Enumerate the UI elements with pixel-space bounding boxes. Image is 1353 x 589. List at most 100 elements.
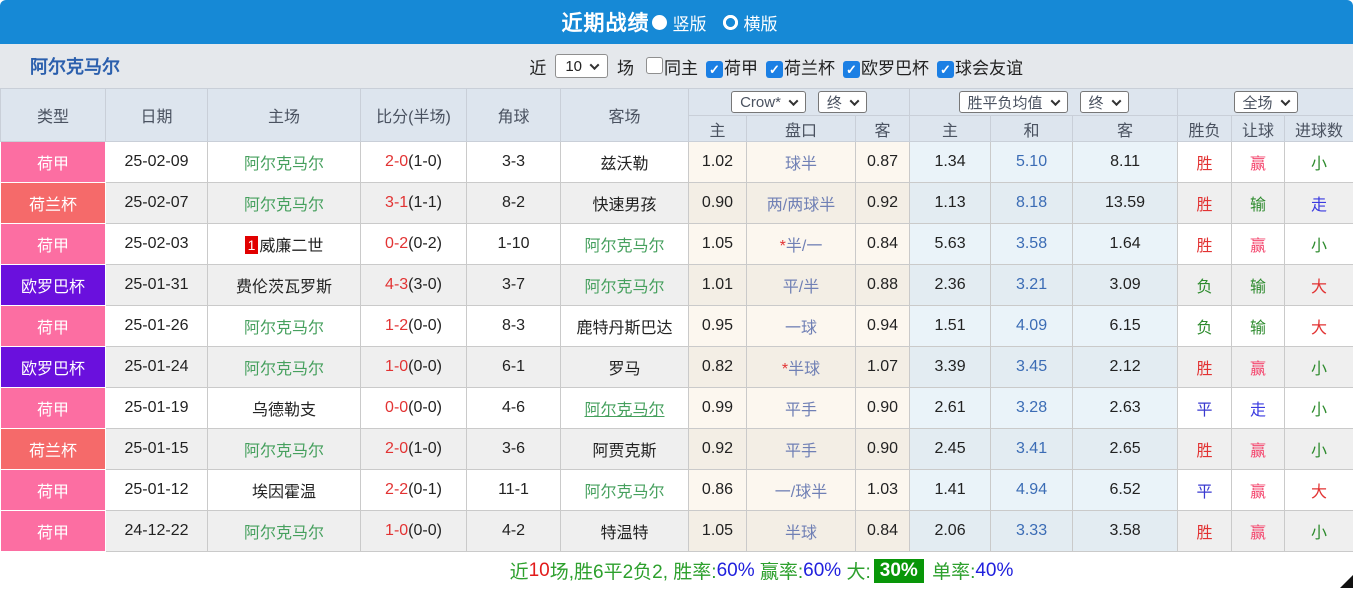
crow-home-odds-cell: 1.02 [689, 142, 747, 183]
home-team-cell: 阿尔克马尔 [208, 429, 361, 470]
home-team-link[interactable]: 乌德勒支 [252, 402, 316, 419]
league-2-checkbox[interactable]: ✓ [843, 61, 860, 78]
crow-home-odds-cell: 0.86 [689, 470, 747, 511]
away-team-cell: 阿尔克马尔 [561, 470, 689, 511]
away-team-link[interactable]: 快速男孩 [592, 197, 656, 214]
away-team-link[interactable]: 阿尔克马尔 [584, 402, 664, 419]
handicap-value: 一球 [785, 320, 817, 337]
layout-radio[interactable] [723, 15, 738, 30]
col-header-date: 日期 [106, 89, 208, 142]
result-cell: 平 [1178, 470, 1232, 511]
near-label: 近 [529, 54, 546, 79]
home-team-link[interactable]: 阿尔克马尔 [244, 320, 324, 337]
home-team-link[interactable]: 费伦茨瓦罗斯 [236, 279, 332, 296]
home-team-cell: 费伦茨瓦罗斯 [208, 265, 361, 306]
away-team-link[interactable]: 阿尔克马尔 [584, 484, 664, 501]
rang-result-cell: 输 [1232, 306, 1285, 347]
away-team-link[interactable]: 阿尔克马尔 [584, 279, 664, 296]
away-team-link[interactable]: 罗马 [608, 361, 640, 378]
odds-company-select[interactable]: Crow* [731, 91, 806, 113]
rang-result-cell: 赢 [1232, 347, 1285, 388]
handicap-value: 两/两球半 [767, 197, 835, 214]
col-header-score: 比分(半场) [361, 89, 467, 142]
avg-odds-select[interactable]: 胜平负均值 [959, 91, 1068, 113]
summary-segment: 60% [803, 560, 841, 582]
score-cell: 0-2(0-2) [361, 224, 467, 265]
recent-results-table: 类型 日期 主场 比分(半场) 角球 客场 Crow* 终 胜平负均值 终 全场 [0, 88, 1353, 552]
summary-segment: 赢率: [755, 557, 804, 584]
avg-lose-cell: 2.65 [1073, 429, 1178, 470]
home-team-cell: 阿尔克马尔 [208, 142, 361, 183]
away-team-link[interactable]: 兹沃勒 [600, 156, 648, 173]
home-team-link[interactable]: 威廉二世 [259, 238, 323, 255]
handicap-value: 半/一 [786, 238, 822, 255]
date-cell: 25-02-03 [106, 224, 208, 265]
home-team-cell: 乌德勒支 [208, 388, 361, 429]
away-team-cell: 罗马 [561, 347, 689, 388]
result-group-header: 全场 [1178, 89, 1353, 116]
home-team-cell: 阿尔克马尔 [208, 347, 361, 388]
away-team-link[interactable]: 阿尔克马尔 [584, 238, 664, 255]
rang-result-cell: 走 [1232, 388, 1285, 429]
filter-bar: 阿尔克马尔 近 10 场 同主✓荷甲✓荷兰杯✓欧罗巴杯✓球会友谊 [0, 44, 1353, 88]
same-home-label: 同主 [664, 59, 698, 78]
match-count-select[interactable]: 10 [555, 54, 608, 78]
home-team-cell: 阿尔克马尔 [208, 306, 361, 347]
sub-header-handicap: 盘口 [747, 116, 856, 142]
odds-group-header: Crow* 终 [689, 89, 910, 116]
period-select[interactable]: 全场 [1234, 91, 1298, 113]
goals-result-cell: 走 [1285, 183, 1353, 224]
home-team-cell: 阿尔克马尔 [208, 511, 361, 552]
team-name-link[interactable]: 阿尔克马尔 [30, 53, 120, 79]
rang-result-cell: 赢 [1232, 511, 1285, 552]
home-team-link[interactable]: 阿尔克马尔 [244, 361, 324, 378]
home-team-link[interactable]: 阿尔克马尔 [244, 443, 324, 460]
handicap-cell: 平手 [747, 388, 856, 429]
league-1-checkbox[interactable]: ✓ [766, 61, 783, 78]
halftime-score: (0-0) [408, 358, 442, 375]
odds-time-select[interactable]: 终 [818, 91, 867, 113]
league-cell: 荷甲 [1, 511, 106, 552]
halftime-score: (1-0) [408, 440, 442, 457]
away-team-link[interactable]: 特温特 [600, 525, 648, 542]
table-row: 荷兰杯25-01-15阿尔克马尔2-0(1-0)3-6阿贾克斯0.92平手0.9… [1, 429, 1353, 470]
halftime-score: (0-0) [408, 399, 442, 416]
same-home-checkbox[interactable] [646, 57, 663, 74]
avg-win-cell: 3.39 [910, 347, 991, 388]
handicap-cell: 球半 [747, 142, 856, 183]
table-row: 荷兰杯25-02-07阿尔克马尔3-1(1-1)8-2快速男孩0.90两/两球半… [1, 183, 1353, 224]
avg-lose-cell: 3.58 [1073, 511, 1178, 552]
fulltime-score: 4-3 [385, 276, 408, 293]
layout-radio[interactable] [652, 15, 667, 30]
away-team-link[interactable]: 阿贾克斯 [592, 443, 656, 460]
page-title: 近期战绩 [562, 7, 650, 37]
date-cell: 25-01-26 [106, 306, 208, 347]
avg-time-select[interactable]: 终 [1080, 91, 1129, 113]
halftime-score: (3-0) [408, 276, 442, 293]
home-team-link[interactable]: 阿尔克马尔 [244, 156, 324, 173]
table-row: 荷甲25-01-12埃因霍温2-2(0-1)11-1阿尔克马尔0.86一/球半1… [1, 470, 1353, 511]
home-team-link[interactable]: 阿尔克马尔 [244, 197, 324, 214]
chevron-down-icon [590, 60, 600, 70]
away-team-link[interactable]: 鹿特丹斯巴达 [576, 320, 672, 337]
avg-lose-cell: 2.63 [1073, 388, 1178, 429]
avg-draw-cell: 5.10 [991, 142, 1073, 183]
crow-away-odds-cell: 0.87 [856, 142, 910, 183]
resize-handle[interactable] [1340, 575, 1353, 588]
home-team-link[interactable]: 埃因霍温 [252, 484, 316, 501]
filter-controls: 近 10 场 同主✓荷甲✓荷兰杯✓欧罗巴杯✓球会友谊 [529, 54, 1023, 79]
home-team-link[interactable]: 阿尔克马尔 [244, 525, 324, 542]
rang-result-cell: 输 [1232, 265, 1285, 306]
league-0-checkbox[interactable]: ✓ [706, 61, 723, 78]
avg-draw-cell: 3.58 [991, 224, 1073, 265]
league-3-label: 球会友谊 [955, 59, 1023, 78]
goals-result-cell: 大 [1285, 306, 1353, 347]
avg-win-cell: 2.36 [910, 265, 991, 306]
away-team-cell: 阿尔克马尔 [561, 224, 689, 265]
handicap-cell: *半球 [747, 347, 856, 388]
summary-segment: 60% [717, 560, 755, 582]
league-3-checkbox[interactable]: ✓ [937, 61, 954, 78]
col-header-away: 客场 [561, 89, 689, 142]
chevron-down-icon [1050, 96, 1060, 106]
crow-home-odds-cell: 0.99 [689, 388, 747, 429]
